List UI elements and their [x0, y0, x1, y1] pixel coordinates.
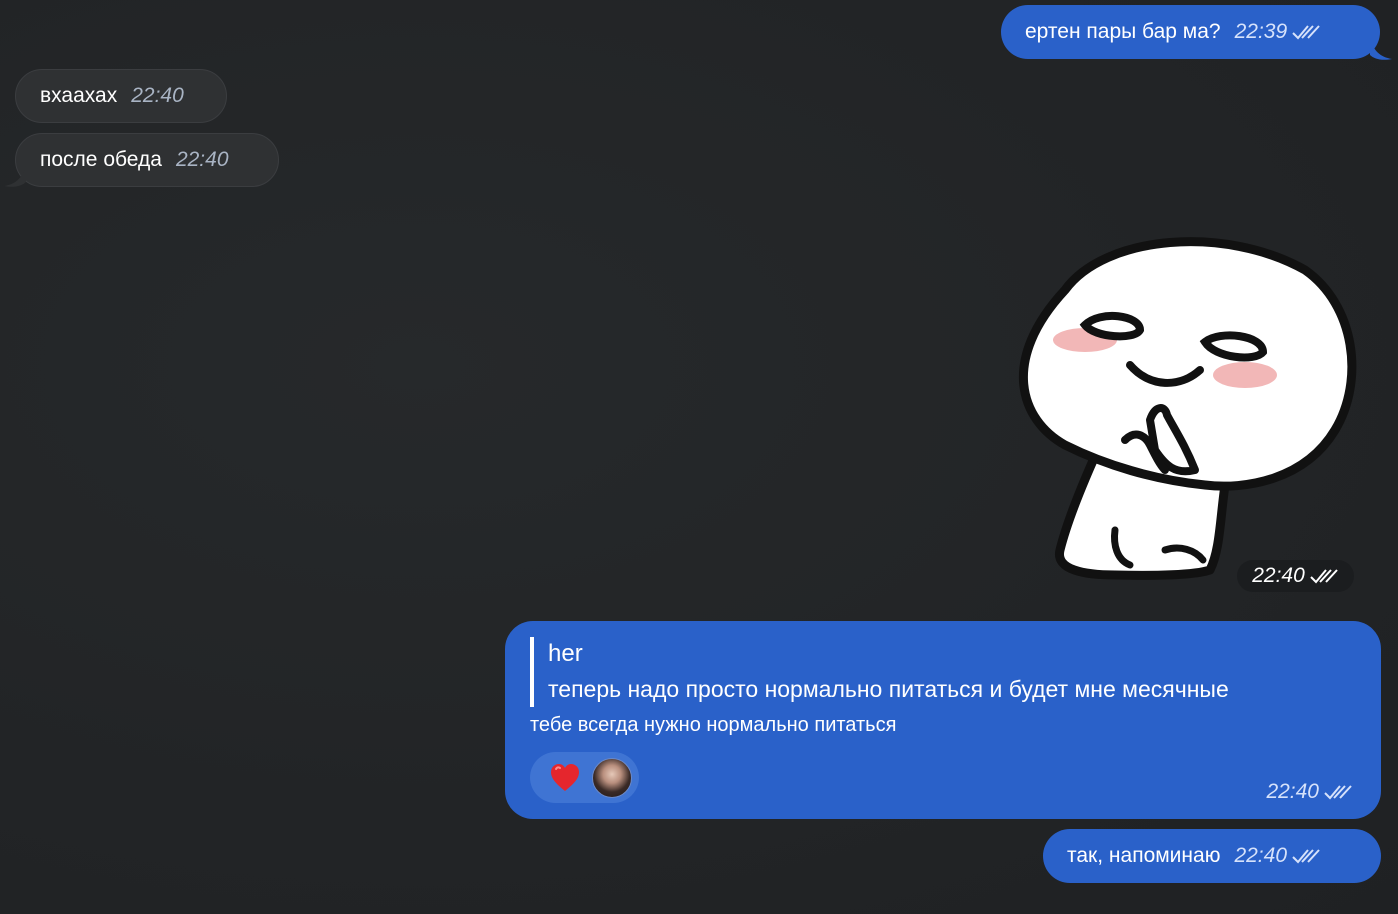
message-text: вхаахах: [40, 84, 118, 107]
message-time: 22:40: [1252, 564, 1305, 587]
message-text: так, напоминаю: [1067, 844, 1221, 867]
bubble-tail: [1370, 39, 1392, 60]
reaction-pill[interactable]: [530, 752, 639, 803]
heart-icon: [551, 763, 579, 791]
message-time: 22:40: [175, 148, 229, 171]
quote-author: her: [548, 640, 583, 667]
bubble-tail: [4, 166, 26, 187]
message-time: 22:40: [131, 84, 184, 107]
message-time: 22:40: [1234, 844, 1288, 867]
sticker-image[interactable]: [1005, 230, 1360, 585]
double-check-icon: [1310, 569, 1338, 584]
avatar: [592, 757, 632, 798]
message-text: после обеда: [40, 148, 162, 171]
double-check-icon: [1292, 25, 1320, 40]
message-timestamp: 22:40: [1266, 780, 1353, 804]
double-check-icon: [1324, 785, 1352, 800]
double-check-icon: [1292, 849, 1320, 864]
outgoing-message[interactable]: так, напоминаю 22:40: [1043, 829, 1381, 883]
incoming-message[interactable]: после обеда 22:40: [15, 133, 279, 187]
message-time: 22:39: [1234, 20, 1288, 43]
outgoing-reply-message[interactable]: her теперь надо просто нормально питатьс…: [505, 621, 1381, 819]
message-text: ертен пары бар ма?: [1025, 20, 1221, 43]
outgoing-message[interactable]: ертен пары бар ма? 22:39: [1001, 5, 1380, 59]
quote-text: теперь надо просто нормально питаться и …: [548, 676, 1229, 702]
message-time: 22:40: [1266, 780, 1319, 803]
chat-area: ертен пары бар ма? 22:39 вхаахах 22:40 п…: [0, 0, 1398, 914]
incoming-message[interactable]: вхаахах 22:40: [15, 69, 227, 123]
message-text: тебе всегда нужно нормально питаться: [530, 714, 897, 736]
sticker-timestamp: 22:40: [1237, 560, 1354, 592]
quoted-message[interactable]: her теперь надо просто нормально питатьс…: [530, 637, 1229, 707]
